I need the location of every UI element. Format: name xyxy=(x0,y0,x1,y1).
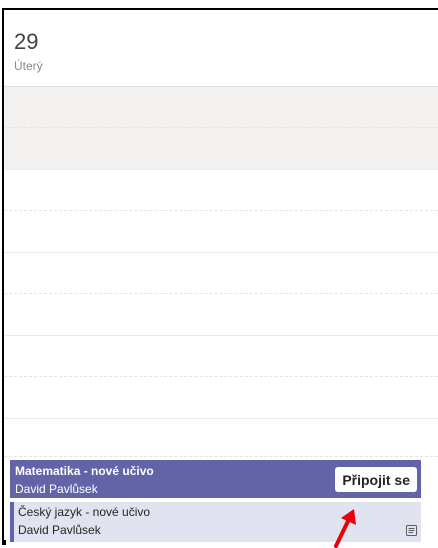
day-name: Úterý xyxy=(14,59,43,73)
slot-line xyxy=(4,293,438,294)
slot-line xyxy=(4,376,438,377)
event-organizer: David Pavlůsek xyxy=(15,482,98,496)
event-organizer: David Pavlůsek xyxy=(18,523,101,537)
event-title: Český jazyk - nové učivo xyxy=(18,505,151,519)
slot-line xyxy=(4,456,438,457)
day-number: 29 xyxy=(14,29,39,54)
slot-line xyxy=(4,252,438,253)
event-card-cesky-jazyk[interactable]: Český jazyk - nové učivo David Pavlůsek xyxy=(10,502,421,542)
notes-icon[interactable] xyxy=(405,524,418,537)
slot-line xyxy=(4,169,438,170)
event-title: Matematika - nové učivo xyxy=(15,464,154,478)
slot-line xyxy=(4,210,438,211)
calendar-day-column: 29 Úterý Matematika - nové učivo David P… xyxy=(2,8,438,545)
past-time-block xyxy=(4,87,438,169)
red-arrow-annotation xyxy=(334,509,356,548)
join-button[interactable]: Připojit se xyxy=(335,467,417,492)
slot-line xyxy=(4,335,438,336)
day-header[interactable]: 29 Úterý xyxy=(4,10,438,86)
slot-line xyxy=(4,127,438,128)
event-card-matematika[interactable]: Matematika - nové učivo David Pavlůsek P… xyxy=(10,460,421,498)
border-tick xyxy=(2,540,6,545)
slot-line xyxy=(4,418,438,419)
